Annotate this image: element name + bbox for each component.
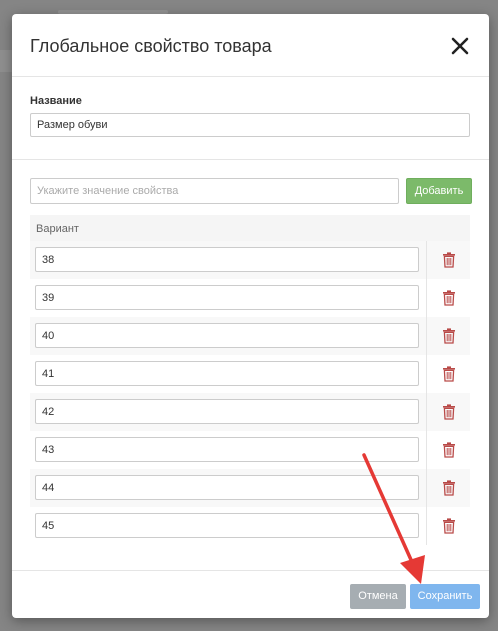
save-button[interactable]: Сохранить [410,584,480,609]
trash-icon [443,480,455,496]
delete-variant-button[interactable] [442,290,456,306]
backdrop-side-fragment [0,50,12,72]
row-divider [426,355,427,393]
trash-icon [443,518,455,534]
delete-variant-button[interactable] [442,518,456,534]
trash-icon [443,442,455,458]
name-input[interactable] [30,113,470,137]
variant-input[interactable] [35,285,419,310]
variants-table: Вариант [30,215,470,549]
row-divider [426,317,427,355]
add-value-button[interactable]: Добавить [406,178,472,204]
trash-icon [443,328,455,344]
row-divider [426,279,427,317]
variant-row [30,431,470,469]
cancel-button[interactable]: Отмена [350,584,406,609]
delete-variant-button[interactable] [442,366,456,382]
row-divider [426,507,427,545]
variant-input[interactable] [35,361,419,386]
row-divider [426,241,427,279]
delete-variant-button[interactable] [442,328,456,344]
variant-row [30,469,470,507]
row-divider [426,469,427,507]
variant-input[interactable] [35,437,419,462]
global-property-modal: Глобальное свойство товара Название Доба… [12,14,489,618]
delete-variant-button[interactable] [442,252,456,268]
close-button[interactable] [448,34,472,58]
variant-input[interactable] [35,323,419,348]
trash-icon [443,252,455,268]
modal-header: Глобальное свойство товара [12,14,489,77]
row-divider [426,393,427,431]
delete-variant-button[interactable] [442,442,456,458]
variant-row [30,317,470,355]
trash-icon [443,404,455,420]
delete-variant-button[interactable] [442,480,456,496]
variant-input[interactable] [35,399,419,424]
modal-footer: Отмена Сохранить [12,570,489,618]
modal-title: Глобальное свойство товара [30,36,272,56]
variant-input[interactable] [35,475,419,500]
trash-icon [443,290,455,306]
variants-header: Вариант [30,215,470,241]
variant-row [30,279,470,317]
name-label: Название [30,95,82,107]
variant-input[interactable] [35,513,419,538]
variants-header-label: Вариант [36,223,79,235]
variant-row [30,241,470,279]
property-value-input[interactable] [30,178,399,204]
row-divider [426,431,427,469]
delete-variant-button[interactable] [442,404,456,420]
trash-icon [443,366,455,382]
variant-row [30,355,470,393]
variant-row [30,393,470,431]
close-icon [451,37,469,55]
variant-input[interactable] [35,247,419,272]
variant-row [30,507,470,545]
name-section: Название [12,77,489,160]
